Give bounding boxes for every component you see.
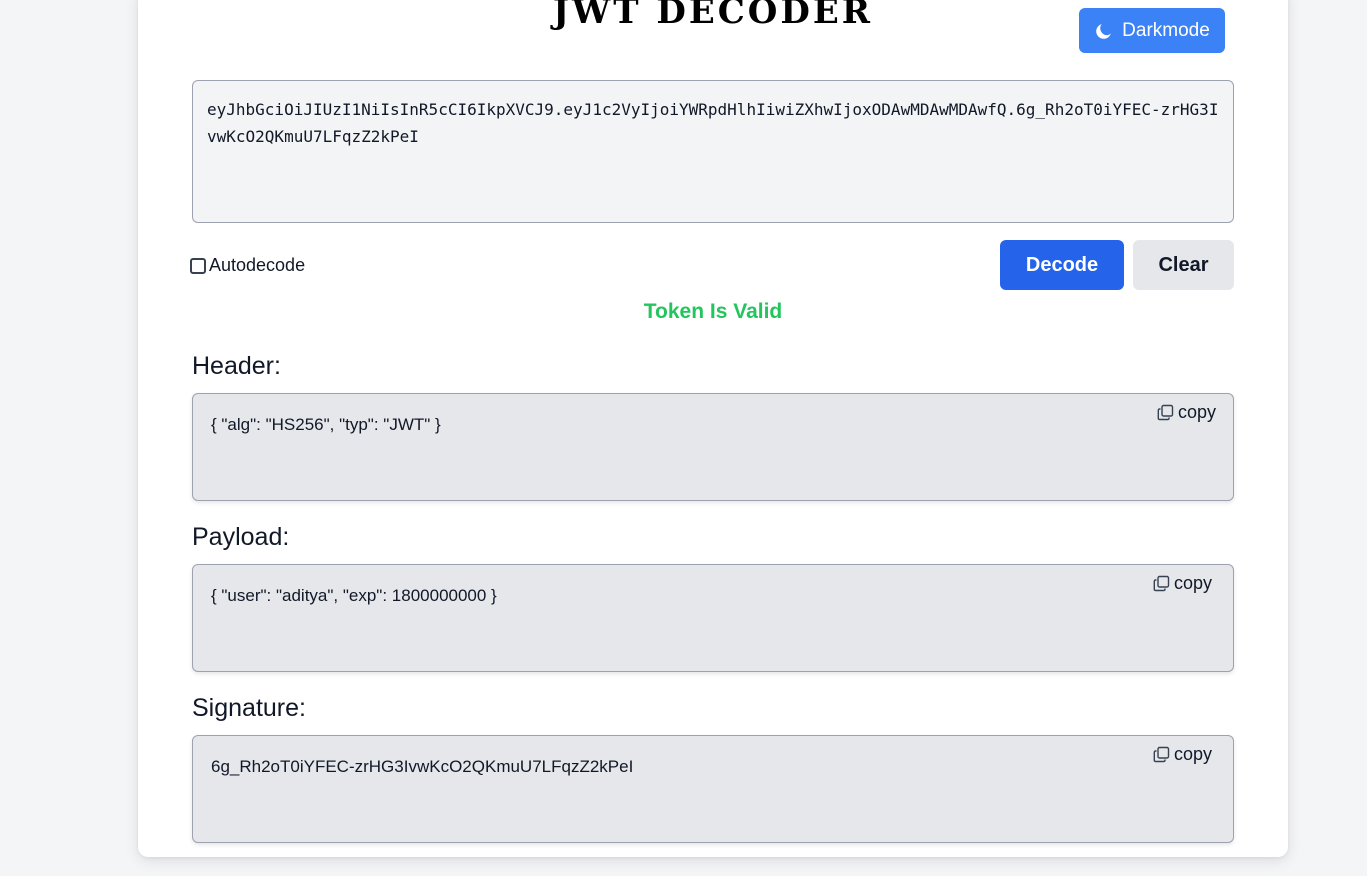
payload-label: Payload: <box>192 523 290 551</box>
decode-button[interactable]: Decode <box>1000 240 1124 290</box>
signature-value: 6g_Rh2oT0iYFEC-zrHG3IvwKcO2QKmuU7LFqzZ2k… <box>211 757 634 776</box>
header-output: { "alg": "HS256", "typ": "JWT" } copy <box>192 393 1234 501</box>
clear-button[interactable]: Clear <box>1133 240 1234 290</box>
darkmode-label: Darkmode <box>1122 19 1210 41</box>
header-copy-button[interactable]: copy <box>1157 402 1216 423</box>
payload-copy-button[interactable]: copy <box>1153 573 1212 594</box>
decoder-card: JWT DECODER Darkmode eyJhbGciOiJIUzI1NiI… <box>138 0 1288 857</box>
header-copy-label: copy <box>1178 402 1217 422</box>
signature-copy-label: copy <box>1174 744 1213 764</box>
payload-output: { "user": "aditya", "exp": 1800000000 } … <box>192 564 1234 672</box>
moon-icon <box>1096 23 1112 39</box>
copy-icon <box>1157 404 1174 421</box>
signature-copy-button[interactable]: copy <box>1153 744 1212 765</box>
token-input[interactable]: eyJhbGciOiJIUzI1NiIsInR5cCI6IkpXVCJ9.eyJ… <box>192 80 1234 223</box>
payload-copy-label: copy <box>1174 573 1213 593</box>
signature-label: Signature: <box>192 694 306 722</box>
darkmode-button[interactable]: Darkmode <box>1079 8 1225 53</box>
payload-value: { "user": "aditya", "exp": 1800000000 } <box>211 586 497 605</box>
header-label: Header: <box>192 352 281 380</box>
autodecode-toggle[interactable]: Autodecode <box>190 255 305 276</box>
autodecode-checkbox[interactable] <box>190 257 206 274</box>
copy-icon <box>1153 575 1170 592</box>
signature-output: 6g_Rh2oT0iYFEC-zrHG3IvwKcO2QKmuU7LFqzZ2k… <box>192 735 1234 843</box>
header-value: { "alg": "HS256", "typ": "JWT" } <box>211 415 441 434</box>
copy-icon <box>1153 746 1170 763</box>
autodecode-label: Autodecode <box>209 255 306 275</box>
token-status: Token Is Valid <box>643 300 783 323</box>
